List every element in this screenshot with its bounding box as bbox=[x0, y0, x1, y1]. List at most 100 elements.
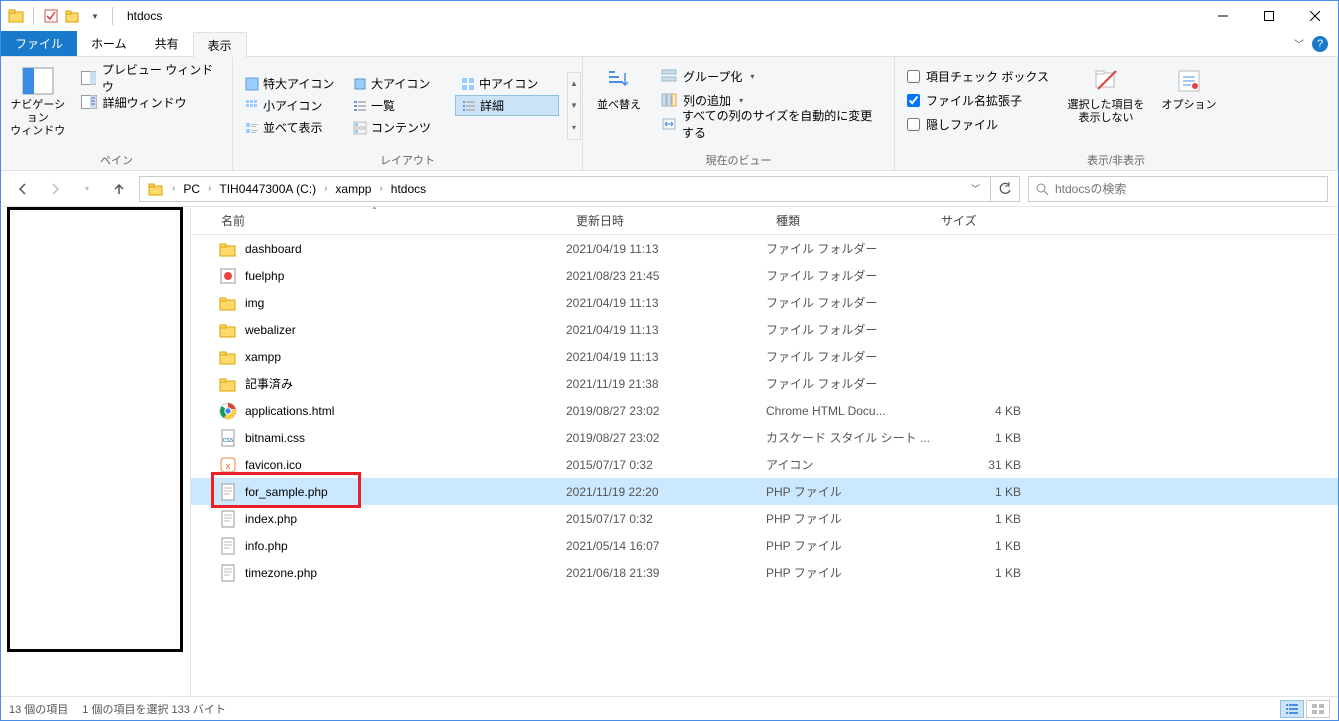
layout-extra-large[interactable]: 特大アイコン bbox=[239, 74, 343, 93]
address-bar: ▾ › PC › TIH0447300A (C:) › xampp › htdo… bbox=[1, 171, 1338, 207]
layout-tiles[interactable]: 並べて表示 bbox=[239, 118, 343, 137]
layout-large[interactable]: 大アイコン bbox=[347, 74, 451, 93]
folder-icon bbox=[219, 240, 237, 258]
file-type: ファイル フォルダー bbox=[766, 240, 931, 257]
back-button[interactable] bbox=[11, 177, 35, 201]
sort-indicator-icon: ⌃ bbox=[371, 207, 378, 215]
file-row[interactable]: applications.html2019/08/27 23:02Chrome … bbox=[191, 397, 1338, 424]
tab-file[interactable]: ファイル bbox=[1, 31, 77, 56]
file-row[interactable]: timezone.php2021/06/18 21:39PHP ファイル1 KB bbox=[191, 559, 1338, 586]
help-icon[interactable]: ? bbox=[1312, 36, 1328, 52]
php-icon bbox=[219, 537, 237, 555]
check-item-checkboxes[interactable]: 項目チェック ボックス bbox=[901, 65, 1055, 87]
breadcrumb-drive[interactable]: TIH0447300A (C:) bbox=[215, 182, 320, 196]
window-title: htdocs bbox=[127, 9, 162, 23]
column-size[interactable]: サイズ bbox=[931, 207, 1031, 234]
file-name: for_sample.php bbox=[245, 485, 328, 499]
file-row[interactable]: Xfavicon.ico2015/07/17 0:32アイコン31 KB bbox=[191, 451, 1338, 478]
file-row[interactable]: fuelphp2021/08/23 21:45ファイル フォルダー bbox=[191, 262, 1338, 289]
autofit-columns-button[interactable]: すべての列のサイズを自動的に変更する bbox=[655, 113, 888, 135]
layout-details[interactable]: 詳細 bbox=[455, 95, 559, 116]
group-by-button[interactable]: グループ化▾ bbox=[655, 65, 888, 87]
file-date: 2015/07/17 0:32 bbox=[566, 512, 766, 526]
layout-list[interactable]: 一覧 bbox=[347, 95, 451, 116]
hide-selected-button[interactable]: 選択した項目を 表示しない bbox=[1061, 61, 1151, 125]
file-row[interactable]: img2021/04/19 11:13ファイル フォルダー bbox=[191, 289, 1338, 316]
layout-scroll[interactable]: ▲ ▼ ▾ bbox=[567, 72, 581, 140]
file-type: PHP ファイル bbox=[766, 537, 931, 554]
column-headers: ⌃ 名前 更新日時 種類 サイズ bbox=[191, 207, 1338, 235]
chevron-right-icon[interactable]: › bbox=[377, 183, 384, 194]
up-button[interactable] bbox=[107, 177, 131, 201]
folder-icon bbox=[219, 321, 237, 339]
file-size: 31 KB bbox=[931, 458, 1031, 472]
file-name: bitnami.css bbox=[245, 431, 305, 445]
qat-properties-icon[interactable] bbox=[42, 7, 60, 25]
qat-newfolder-icon[interactable] bbox=[64, 7, 82, 25]
file-size: 1 KB bbox=[931, 512, 1031, 526]
file-row[interactable]: for_sample.php2021/11/19 22:20PHP ファイル1 … bbox=[191, 478, 1338, 505]
file-type: ファイル フォルダー bbox=[766, 267, 931, 284]
chevron-right-icon[interactable]: › bbox=[170, 183, 177, 194]
tab-home[interactable]: ホーム bbox=[77, 31, 141, 56]
file-row[interactable]: 記事済み2021/11/19 21:38ファイル フォルダー bbox=[191, 370, 1338, 397]
check-hidden-files[interactable]: 隠しファイル bbox=[901, 113, 1055, 135]
qat-dropdown-icon[interactable]: ▼ bbox=[86, 7, 104, 25]
file-type: PHP ファイル bbox=[766, 564, 931, 581]
search-icon bbox=[1035, 182, 1049, 196]
fuel-icon bbox=[219, 267, 237, 285]
breadcrumb-root-icon[interactable] bbox=[144, 181, 168, 197]
file-row[interactable]: cssbitnami.css2019/08/27 23:02カスケード スタイル… bbox=[191, 424, 1338, 451]
group-label-showhide: 表示/非表示 bbox=[901, 150, 1331, 168]
maximize-button[interactable] bbox=[1246, 1, 1292, 31]
tab-view[interactable]: 表示 bbox=[193, 32, 247, 57]
refresh-button[interactable] bbox=[990, 176, 1020, 202]
file-name: webalizer bbox=[245, 323, 296, 337]
chevron-right-icon[interactable]: › bbox=[322, 183, 329, 194]
close-button[interactable] bbox=[1292, 1, 1338, 31]
layout-content[interactable]: コンテンツ bbox=[347, 118, 451, 137]
search-box[interactable] bbox=[1028, 176, 1328, 202]
file-date: 2021/11/19 21:38 bbox=[566, 377, 766, 391]
file-name: info.php bbox=[245, 539, 288, 553]
minimize-button[interactable] bbox=[1200, 1, 1246, 31]
search-input[interactable] bbox=[1055, 182, 1321, 196]
collapse-ribbon-icon[interactable]: ﹀ bbox=[1294, 36, 1304, 51]
check-file-ext[interactable]: ファイル名拡張子 bbox=[901, 89, 1055, 111]
layout-medium[interactable]: 中アイコン bbox=[455, 74, 559, 93]
view-details-button[interactable] bbox=[1280, 700, 1304, 718]
file-row[interactable]: xampp2021/04/19 11:13ファイル フォルダー bbox=[191, 343, 1338, 370]
recent-dropdown-icon[interactable]: ▾ bbox=[75, 177, 99, 201]
file-size: 1 KB bbox=[931, 566, 1031, 580]
column-name[interactable]: 名前 bbox=[191, 207, 566, 234]
file-type: ファイル フォルダー bbox=[766, 348, 931, 365]
sort-button[interactable]: 並べ替え bbox=[589, 61, 649, 112]
file-date: 2021/06/18 21:39 bbox=[566, 566, 766, 580]
column-type[interactable]: 種類 bbox=[766, 207, 931, 234]
file-type: PHP ファイル bbox=[766, 483, 931, 500]
breadcrumb-pc[interactable]: PC bbox=[179, 182, 204, 196]
options-button[interactable]: オプション bbox=[1157, 61, 1221, 112]
file-row[interactable]: dashboard2021/04/19 11:13ファイル フォルダー bbox=[191, 235, 1338, 262]
chevron-right-icon[interactable]: › bbox=[206, 183, 213, 194]
navigation-pane[interactable] bbox=[1, 207, 191, 696]
details-pane-button[interactable]: 詳細ウィンドウ bbox=[75, 91, 226, 113]
forward-button[interactable] bbox=[43, 177, 67, 201]
breadcrumb-htdocs[interactable]: htdocs bbox=[387, 182, 430, 196]
preview-pane-button[interactable]: プレビュー ウィンドウ bbox=[75, 67, 226, 89]
breadcrumb-dropdown-icon[interactable]: ﹀ bbox=[965, 182, 986, 195]
file-row[interactable]: webalizer2021/04/19 11:13ファイル フォルダー bbox=[191, 316, 1338, 343]
layout-small[interactable]: 小アイコン bbox=[239, 95, 343, 116]
nav-pane-button[interactable]: ナビゲーション ウィンドウ bbox=[7, 61, 69, 139]
tab-share[interactable]: 共有 bbox=[141, 31, 193, 56]
file-row[interactable]: index.php2015/07/17 0:32PHP ファイル1 KB bbox=[191, 505, 1338, 532]
column-date[interactable]: 更新日時 bbox=[566, 207, 766, 234]
view-large-button[interactable] bbox=[1306, 700, 1330, 718]
file-type: アイコン bbox=[766, 456, 931, 473]
breadcrumb[interactable]: › PC › TIH0447300A (C:) › xampp › htdocs… bbox=[139, 176, 991, 202]
file-type: ファイル フォルダー bbox=[766, 375, 931, 392]
annotation-box bbox=[7, 207, 183, 652]
file-type: カスケード スタイル シート ... bbox=[766, 429, 931, 446]
file-row[interactable]: info.php2021/05/14 16:07PHP ファイル1 KB bbox=[191, 532, 1338, 559]
breadcrumb-xampp[interactable]: xampp bbox=[331, 182, 375, 196]
